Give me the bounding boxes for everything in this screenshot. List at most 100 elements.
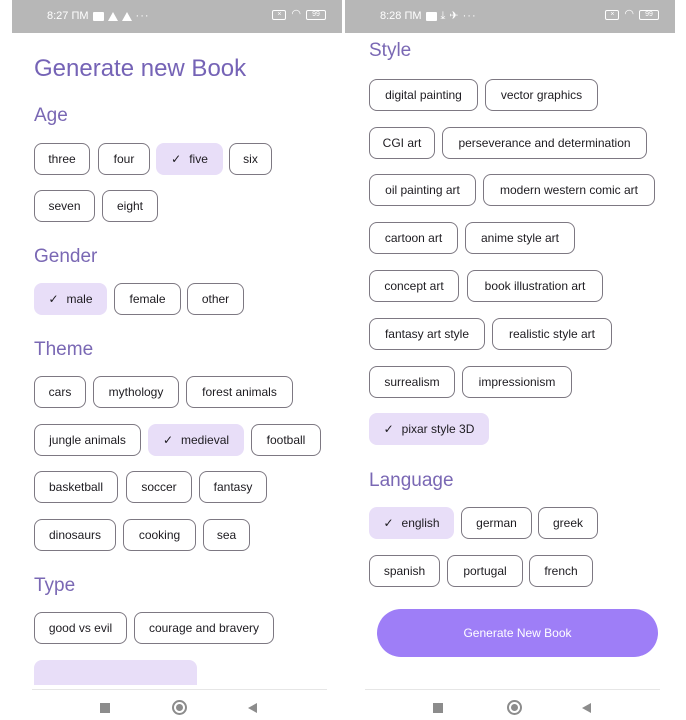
theme-chip-cooking[interactable]: cooking — [123, 519, 196, 551]
chip-label: female — [129, 292, 166, 306]
theme-chip-mythology[interactable]: mythology — [93, 376, 179, 408]
age-chip-six[interactable]: six — [229, 143, 272, 175]
button-label: Generate New Book — [463, 626, 572, 640]
style-chip-concept-art[interactable]: concept art — [369, 270, 459, 302]
chip-label: french — [544, 564, 578, 578]
gender-chip-male[interactable]: ✓ male — [34, 283, 107, 315]
age-chip-eight[interactable]: eight — [102, 190, 158, 222]
type-section-title: Type — [34, 575, 76, 596]
gender-chip-other[interactable]: other — [187, 283, 244, 315]
gender-chip-female[interactable]: female — [114, 283, 181, 315]
notification-icon — [92, 11, 104, 21]
check-icon: ✓ — [383, 516, 394, 530]
type-chip-good-vs-evil[interactable]: good vs evil — [34, 612, 127, 644]
chip-label: cars — [48, 385, 72, 399]
theme-section-title: Theme — [34, 339, 94, 360]
status-bar: 8:28 ПМ ⤓ ✈ ··· × ◠ 99 — [345, 0, 675, 33]
style-chip-cgi-art[interactable]: CGI art — [369, 127, 435, 159]
gender-section-title: Gender — [34, 246, 98, 267]
language-section-title: Language — [369, 470, 454, 491]
battery-icon: 99 — [639, 9, 659, 20]
style-chip-fantasy-art[interactable]: fantasy art style — [369, 318, 485, 350]
theme-chip-basketball[interactable]: basketball — [34, 471, 118, 503]
style-chip-book-illustration[interactable]: book illustration art — [467, 270, 603, 302]
triangle-back-icon[interactable] — [582, 703, 591, 713]
chip-label: cooking — [138, 528, 181, 542]
chip-label: football — [266, 433, 306, 447]
check-icon: ✓ — [162, 433, 174, 447]
chip-label: four — [113, 152, 135, 166]
style-section-title: Style — [369, 40, 412, 61]
style-chip-modern-western-comic[interactable]: modern western comic art — [483, 174, 655, 206]
status-bar: 8:27 ПМ ··· × ◠ 99 — [12, 0, 342, 33]
generate-form-scroll[interactable]: Generate new Book Age three four ✓ five s… — [12, 33, 342, 685]
theme-chip-dinosaurs[interactable]: dinosaurs — [34, 519, 116, 551]
sim-icon: × — [272, 9, 287, 20]
theme-chip-forest-animals[interactable]: forest animals — [186, 376, 293, 408]
square-icon[interactable] — [100, 703, 110, 713]
style-chip-digital-painting[interactable]: digital painting — [369, 79, 478, 111]
sim-icon: × — [605, 9, 620, 20]
style-chip-cartoon-art[interactable]: cartoon art — [369, 222, 458, 254]
chip-label: fantasy art style — [384, 327, 470, 341]
style-chip-perseverance[interactable]: perseverance and determination — [442, 127, 647, 159]
age-chip-seven[interactable]: seven — [34, 190, 95, 222]
style-chip-surrealism[interactable]: surrealism — [369, 366, 455, 398]
style-chip-pixar-3d[interactable]: ✓ pixar style 3D — [369, 413, 489, 445]
chip-label: english — [401, 516, 440, 530]
language-chip-spanish[interactable]: spanish — [369, 555, 440, 587]
chip-label: basketball — [48, 480, 104, 494]
style-chip-oil-painting[interactable]: oil painting art — [369, 174, 476, 206]
chip-label: concept art — [384, 279, 444, 293]
chip-label: impressionism — [478, 375, 556, 389]
theme-chip-soccer[interactable]: soccer — [126, 471, 192, 503]
triangle-back-icon[interactable] — [248, 703, 257, 713]
theme-chip-medieval[interactable]: ✓ medieval — [148, 424, 244, 456]
chat-icon — [425, 11, 437, 21]
chip-label: other — [201, 292, 230, 306]
chip-label: modern western comic art — [499, 183, 639, 197]
chip-label: medieval — [181, 433, 230, 447]
chip-label: five — [189, 152, 208, 166]
language-chip-greek[interactable]: greek — [538, 507, 598, 539]
chip-label: eight — [116, 199, 144, 213]
circle-icon[interactable] — [172, 700, 187, 715]
download-icon: ⤓ — [440, 9, 446, 22]
type-chip-courage-and-bravery[interactable]: courage and bravery — [134, 612, 274, 644]
circle-icon[interactable] — [507, 700, 522, 715]
language-chip-english[interactable]: ✓ english — [369, 507, 454, 539]
chip-label: male — [66, 292, 93, 306]
style-chip-impressionism[interactable]: impressionism — [462, 366, 572, 398]
chip-label: vector graphics — [500, 88, 583, 102]
age-chip-three[interactable]: three — [34, 143, 90, 175]
theme-chip-cars[interactable]: cars — [34, 376, 86, 408]
chip-label: jungle animals — [49, 433, 126, 447]
style-chip-realistic-style[interactable]: realistic style art — [492, 318, 612, 350]
theme-chip-fantasy[interactable]: fantasy — [199, 471, 267, 503]
page-title: Generate new Book — [34, 55, 247, 82]
theme-chip-sea[interactable]: sea — [203, 519, 250, 551]
age-chip-five[interactable]: ✓ five — [156, 143, 223, 175]
warning-icon — [107, 11, 118, 21]
chip-label: cartoon art — [384, 231, 443, 245]
left-phone-screen: 8:27 ПМ ··· × ◠ 99 Generate new Book Age… — [12, 0, 342, 720]
language-chip-german[interactable]: german — [461, 507, 532, 539]
theme-chip-jungle-animals[interactable]: jungle animals — [34, 424, 141, 456]
chip-label: seven — [48, 199, 81, 213]
language-chip-french[interactable]: french — [529, 555, 593, 587]
generate-new-book-button[interactable]: Generate New Book — [377, 609, 658, 657]
chip-label: good vs evil — [48, 621, 113, 635]
chip-label: soccer — [141, 480, 177, 494]
wifi-icon: ◠ — [624, 8, 634, 20]
square-icon[interactable] — [433, 703, 443, 713]
chip-label: greek — [552, 516, 584, 530]
generate-form-scroll[interactable]: Style digital painting vector graphics C… — [345, 33, 675, 685]
theme-chip-football[interactable]: football — [251, 424, 321, 456]
style-chip-vector-graphics[interactable]: vector graphics — [485, 79, 598, 111]
age-chip-four[interactable]: four — [98, 143, 150, 175]
chip-label: spanish — [383, 564, 426, 578]
language-chip-portugal[interactable]: portugal — [447, 555, 523, 587]
type-chip-partially-visible[interactable] — [34, 660, 197, 685]
right-phone-screen: 8:28 ПМ ⤓ ✈ ··· × ◠ 99 Style digital pai… — [345, 0, 675, 720]
style-chip-anime-style[interactable]: anime style art — [465, 222, 575, 254]
